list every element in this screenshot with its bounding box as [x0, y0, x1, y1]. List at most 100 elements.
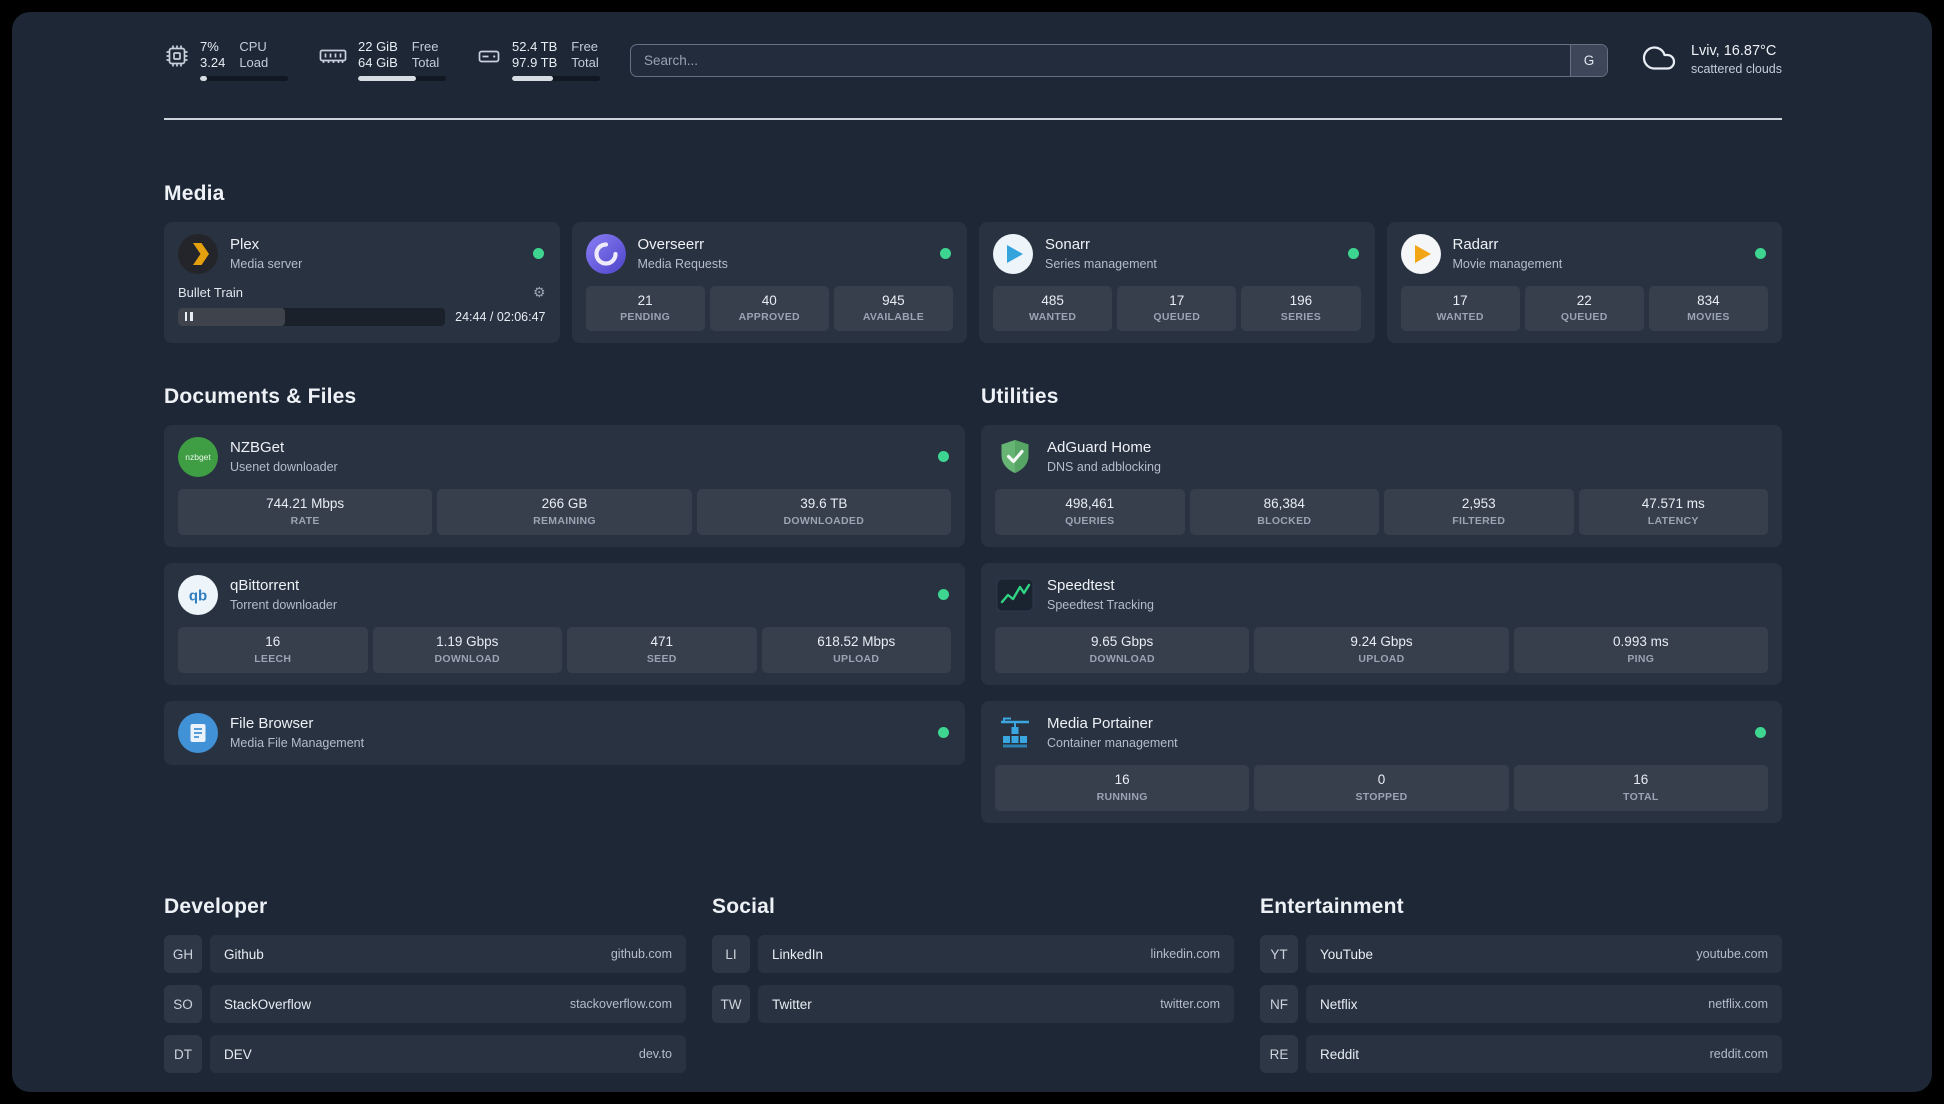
disk-progress-bar: [512, 76, 600, 82]
search-provider-button[interactable]: G: [1569, 44, 1607, 76]
linkedin-icon[interactable]: LI: [712, 935, 750, 973]
cpu-load-label: Load: [239, 55, 269, 70]
bookmark-name: YouTube: [1320, 946, 1374, 962]
adguard-icon: [995, 437, 1035, 477]
playback-progress-bar[interactable]: [178, 307, 446, 326]
sonarr-icon: [993, 233, 1033, 274]
documents-section: Documents & Files nzbget NZBGet Usenet d…: [164, 385, 965, 781]
bookmark-url: linkedin.com: [1150, 947, 1220, 961]
nzbget-icon: nzbget: [178, 437, 218, 478]
service-card-nzbget[interactable]: nzbget NZBGet Usenet downloader 744.21 M…: [164, 425, 965, 548]
search-input[interactable]: [631, 44, 1570, 76]
stat-stopped: 0 STOPPED: [1254, 765, 1509, 811]
stat-movies: 834 MOVIES: [1648, 285, 1769, 332]
service-card-qbittorrent[interactable]: qb qBittorrent Torrent downloader 16 LEE…: [164, 563, 965, 686]
github-icon[interactable]: GH: [164, 935, 202, 973]
service-card-plex[interactable]: Plex Media server Bullet Train ⚙ 24:44 /…: [164, 221, 560, 344]
cpu-label: CPU: [239, 38, 267, 54]
service-card-adguard[interactable]: AdGuard Home DNS and adblocking 498,461 …: [981, 425, 1782, 548]
status-dot: [1347, 247, 1359, 259]
netflix-icon[interactable]: NF: [1260, 985, 1298, 1023]
bookmark-url: youtube.com: [1696, 947, 1768, 961]
developer-section-title: Developer: [164, 895, 268, 918]
stat-wanted: 17 WANTED: [1400, 285, 1520, 332]
service-card-overseerr[interactable]: Overseerr Media Requests 21 PENDING 40 A…: [571, 221, 967, 344]
service-card-sonarr[interactable]: Sonarr Series management 485 WANTED 17 Q…: [979, 221, 1375, 344]
top-bar: 7% 3.24 CPU Load 22 GiB 64 GiB Free Tota…: [164, 38, 1782, 82]
bookmark-youtube[interactable]: YT YouTube youtube.com: [1260, 935, 1782, 973]
bookmark-name: Reddit: [1320, 1046, 1360, 1062]
service-subtitle: Usenet downloader: [230, 460, 338, 475]
bookmark-name: LinkedIn: [772, 946, 824, 962]
bookmark-url: github.com: [610, 947, 672, 961]
bookmark-name: DEV: [224, 1046, 252, 1062]
pause-icon[interactable]: [183, 308, 194, 326]
stat-downloaded: 39.6 TB DOWNLOADED: [696, 489, 951, 536]
service-card-filebrowser[interactable]: File Browser Media File Management: [164, 701, 965, 766]
service-card-portainer[interactable]: Media Portainer Container management 16 …: [981, 701, 1782, 823]
status-dot: [940, 247, 951, 259]
entertainment-bookmarks: Entertainment YT YouTube youtube.com NF …: [1260, 895, 1782, 1085]
service-name: Sonarr: [1045, 235, 1091, 253]
memory-free-value: 22 GiB: [358, 38, 398, 54]
service-subtitle: Speedtest Tracking: [1047, 598, 1155, 613]
reddit-icon[interactable]: RE: [1260, 1035, 1298, 1073]
service-name: Speedtest: [1047, 577, 1115, 595]
bookmark-name: StackOverflow: [224, 996, 312, 1012]
stat-latency: 47.571 ms LATENCY: [1578, 489, 1768, 536]
service-name: AdGuard Home: [1047, 439, 1152, 457]
search-bar: G: [630, 43, 1608, 77]
service-card-radarr[interactable]: Radarr Movie management 17 WANTED 22 QUE…: [1386, 221, 1782, 344]
entertainment-section-title: Entertainment: [1260, 895, 1404, 918]
stat-rate: 744.21 Mbps RATE: [178, 489, 433, 536]
service-subtitle: Media Requests: [637, 256, 728, 271]
weather-location-temp: Lviv, 16.87°C: [1690, 43, 1777, 60]
speedtest-icon: [995, 575, 1035, 615]
dev-icon[interactable]: DT: [164, 1035, 202, 1073]
bookmark-stackoverflow[interactable]: SO StackOverflow stackoverflow.com: [164, 985, 686, 1023]
stat-upload: 618.52 Mbps UPLOAD: [761, 627, 951, 674]
bookmark-url: netflix.com: [1708, 997, 1768, 1011]
stat-leech: 16 LEECH: [178, 627, 368, 674]
playback-time: 24:44 / 02:06:47: [455, 309, 546, 324]
stat-running: 16 RUNNING: [995, 765, 1250, 811]
portainer-icon: [995, 713, 1035, 753]
bookmark-netflix[interactable]: NF Netflix netflix.com: [1260, 985, 1782, 1023]
service-name: qBittorrent: [230, 577, 300, 595]
stat-queued: 22 QUEUED: [1524, 285, 1644, 332]
disk-free-label: Free: [571, 38, 599, 54]
topbar-divider: [164, 118, 1782, 120]
service-subtitle: Movie management: [1452, 256, 1563, 271]
disk-free-value: 52.4 TB: [512, 38, 558, 54]
status-dot: [1755, 247, 1766, 259]
youtube-icon[interactable]: YT: [1260, 935, 1298, 973]
stat-wanted: 485 WANTED: [993, 285, 1113, 332]
service-card-speedtest[interactable]: Speedtest Speedtest Tracking 9.65 Gbps D…: [981, 563, 1782, 686]
disk-total-value: 97.9 TB: [512, 55, 558, 70]
utilities-section-title: Utilities: [981, 385, 1059, 409]
cpu-widget: 7% 3.24 CPU Load: [164, 39, 288, 82]
service-name: NZBGet: [230, 439, 285, 457]
cpu-progress-bar: [200, 76, 288, 82]
qbittorrent-icon: qb: [178, 575, 218, 616]
service-subtitle: Container management: [1047, 736, 1178, 751]
svg-text:nzbget: nzbget: [185, 452, 211, 462]
weather-widget[interactable]: Lviv, 16.87°C scattered clouds: [1638, 40, 1782, 81]
plex-icon: [178, 233, 218, 274]
bookmark-twitter[interactable]: TW Twitter twitter.com: [712, 985, 1234, 1023]
stat-approved: 40 APPROVED: [709, 285, 829, 332]
bookmark-dev[interactable]: DT DEV dev.to: [164, 1035, 686, 1073]
gear-icon[interactable]: ⚙: [533, 284, 546, 301]
weather-condition: scattered clouds: [1690, 62, 1782, 77]
stackoverflow-icon[interactable]: SO: [164, 985, 202, 1023]
bookmark-github[interactable]: GH Github github.com: [164, 935, 686, 973]
twitter-icon[interactable]: TW: [712, 985, 750, 1023]
bookmark-linkedin[interactable]: LI LinkedIn linkedin.com: [712, 935, 1234, 973]
stat-filtered: 2,953 FILTERED: [1384, 489, 1574, 536]
service-subtitle: Series management: [1045, 256, 1157, 271]
bookmark-url: reddit.com: [1709, 1047, 1768, 1061]
disk-widget: 52.4 TB 97.9 TB Free Total: [476, 39, 600, 82]
stat-ping: 0.993 ms PING: [1513, 627, 1768, 674]
bookmark-reddit[interactable]: RE Reddit reddit.com: [1260, 1035, 1782, 1073]
radarr-icon: [1400, 233, 1441, 274]
